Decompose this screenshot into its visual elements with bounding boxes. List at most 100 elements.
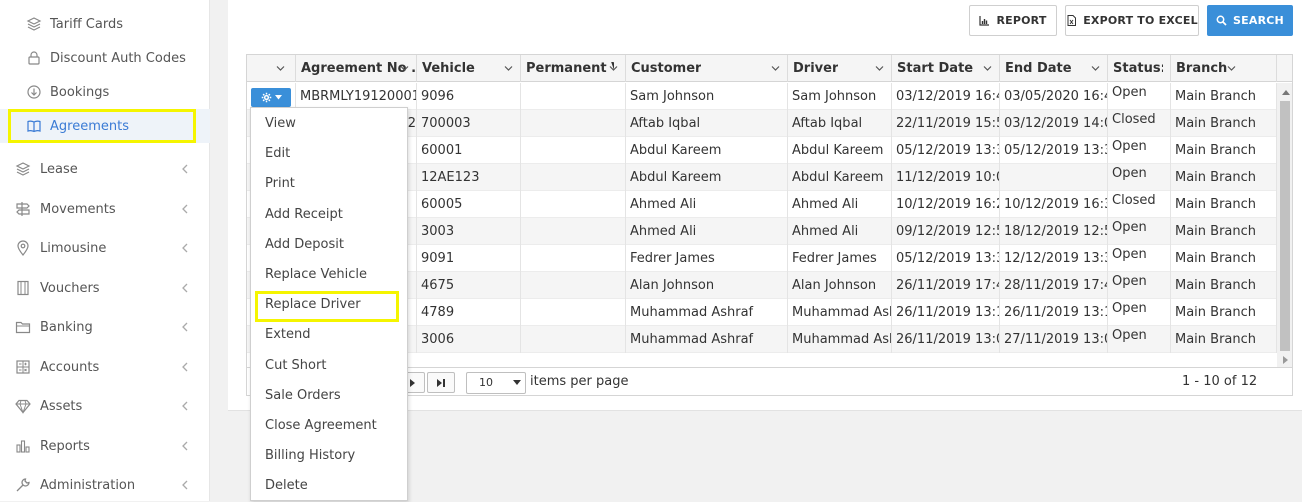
bar-chart-icon	[979, 16, 990, 26]
scrollbar-thumb[interactable]	[1280, 101, 1290, 351]
end-cell	[1000, 164, 1108, 191]
last-page-button[interactable]	[427, 372, 455, 393]
column-header-end-date[interactable]: End Date	[1000, 55, 1108, 82]
start-cell: 11/12/2019 10:03	[892, 164, 1000, 191]
branch-cell: Main Branch	[1171, 137, 1277, 164]
row-actions-button[interactable]	[251, 88, 291, 107]
caret-down-icon	[274, 95, 282, 100]
menu-item-add-deposit[interactable]: Add Deposit	[251, 231, 407, 259]
column-header-vehicle[interactable]: Vehicle	[417, 55, 521, 82]
end-cell: 28/11/2019 17:41	[1000, 272, 1108, 299]
sidebar-item-discount-auth-codes[interactable]: Discount Auth Codes	[0, 41, 210, 75]
chevron-down-icon	[875, 66, 884, 71]
book-icon	[26, 118, 42, 134]
driver-cell: Abdul Kareem	[788, 164, 892, 191]
menu-item-delete[interactable]: Delete	[251, 472, 407, 500]
status-cell: Open	[1108, 272, 1171, 299]
menu-item-view[interactable]: View	[251, 110, 407, 138]
table-row[interactable]: MBRMLY19120001 9096 Sam Johnson Sam Johnson…	[247, 83, 1277, 110]
chevron-down-icon	[609, 66, 618, 71]
sidebar-item-tariff-cards[interactable]: Tariff Cards	[0, 7, 210, 41]
sidebar-item-agreements[interactable]: Agreements	[0, 109, 210, 143]
vertical-scrollbar[interactable]	[1277, 83, 1292, 367]
driver-cell: Abdul Kareem	[788, 137, 892, 164]
sidebar-item-reports[interactable]: Reports	[0, 429, 210, 463]
lock-icon	[26, 50, 42, 66]
layers-icon	[26, 16, 42, 32]
sidebar-item-accounts[interactable]: Accounts	[0, 350, 210, 384]
start-cell: 03/12/2019 16:46	[892, 83, 1000, 110]
report-button[interactable]: REPORT	[969, 5, 1057, 36]
column-header-customer[interactable]: Customer	[626, 55, 788, 82]
vehicle-cell: 12AE123	[417, 164, 521, 191]
sidebar-item-bookings[interactable]: Bookings	[0, 75, 210, 109]
column-header-permanent-vehicle[interactable]: Permanent V...	[521, 55, 626, 82]
driver-cell: Fedrer James	[788, 245, 892, 272]
start-cell: 26/11/2019 13:11	[892, 299, 1000, 326]
sidebar-item-assets[interactable]: Assets	[0, 389, 210, 423]
menu-item-close-agreement[interactable]: Close Agreement	[251, 412, 407, 440]
actions-cell	[247, 83, 296, 110]
menu-item-cut-short[interactable]: Cut Short	[251, 352, 407, 380]
menu-item-replace-driver[interactable]: Replace Driver	[251, 291, 407, 319]
customer-cell: Sam Johnson	[626, 83, 788, 110]
menu-item-replace-vehicle[interactable]: Replace Vehicle	[251, 261, 407, 289]
permanent-cell	[521, 218, 626, 245]
end-cell: 03/05/2020 16:46	[1000, 83, 1108, 110]
menu-item-add-receipt[interactable]: Add Receipt	[251, 201, 407, 229]
permanent-cell	[521, 83, 626, 110]
menu-item-print[interactable]: Print	[251, 170, 407, 198]
menu-item-extend[interactable]: Extend	[251, 321, 407, 349]
driver-cell: Ahmed Ali	[788, 191, 892, 218]
sidebar-item-movements[interactable]: Movements	[0, 192, 210, 226]
excel-file-icon	[1067, 15, 1077, 26]
scroll-right-arrow-icon[interactable]	[1277, 353, 1292, 367]
export-to-excel-button[interactable]: EXPORT TO EXCEL	[1065, 5, 1199, 36]
column-header-driver[interactable]: Driver	[788, 55, 892, 82]
column-header-agreement-no[interactable]: Agreement No ...	[296, 55, 417, 82]
chevron-left-icon	[182, 204, 188, 214]
column-header-actions[interactable]	[247, 55, 296, 82]
column-header-status[interactable]: Status:...	[1108, 55, 1171, 82]
menu-item-billing-history[interactable]: Billing History	[251, 442, 407, 470]
driver-cell: Muhammad Ashr	[788, 299, 892, 326]
menu-item-edit[interactable]: Edit	[251, 140, 407, 168]
diamond-icon	[15, 398, 31, 414]
permanent-cell	[521, 272, 626, 299]
sidebar-item-lease[interactable]: Lease	[0, 152, 210, 186]
chevron-down-icon	[1091, 66, 1100, 71]
menu-item-sale-orders[interactable]: Sale Orders	[251, 382, 407, 410]
customer-cell: Ahmed Ali	[626, 218, 788, 245]
sidebar-item-banking[interactable]: Banking	[0, 310, 210, 344]
branch-cell: Main Branch	[1171, 299, 1277, 326]
sidebar-item-label: Banking	[40, 319, 93, 335]
driver-cell: Sam Johnson	[788, 83, 892, 110]
chevron-down-icon	[771, 66, 780, 71]
sidebar-item-vouchers[interactable]: Vouchers	[0, 271, 210, 305]
column-header-branch[interactable]: Branch	[1171, 55, 1277, 82]
chevron-down-icon	[504, 66, 513, 71]
search-button[interactable]: SEARCH	[1207, 5, 1293, 36]
sidebar-item-label: Reports	[40, 438, 90, 454]
start-cell: 05/12/2019 13:35	[892, 137, 1000, 164]
branch-cell: Main Branch	[1171, 191, 1277, 218]
start-cell: 26/11/2019 13:04	[892, 326, 1000, 353]
chevron-left-icon	[182, 164, 188, 174]
customer-cell: Alan Johnson	[626, 272, 788, 299]
scroll-up-arrow-icon[interactable]	[1277, 85, 1292, 99]
end-cell: 03/12/2019 14:01	[1000, 110, 1108, 137]
sidebar-item-limousine[interactable]: Limousine	[0, 231, 210, 265]
permanent-cell	[521, 326, 626, 353]
customer-cell: Aftab Iqbal	[626, 110, 788, 137]
sidebar-item-label: Limousine	[40, 240, 107, 256]
customer-cell: Ahmed Ali	[626, 191, 788, 218]
vehicle-cell: 700003	[417, 110, 521, 137]
start-cell: 26/11/2019 17:44	[892, 272, 1000, 299]
driver-cell: Muhammad Ashr	[788, 326, 892, 353]
sidebar-item-administration[interactable]: Administration	[0, 468, 210, 502]
page-size-select[interactable]: 10	[466, 372, 526, 394]
column-header-start-date[interactable]: Start Date	[892, 55, 1000, 82]
end-cell: 18/12/2019 12:53	[1000, 218, 1108, 245]
bar-chart-icon	[15, 438, 31, 454]
chevron-down-icon	[1227, 66, 1236, 71]
